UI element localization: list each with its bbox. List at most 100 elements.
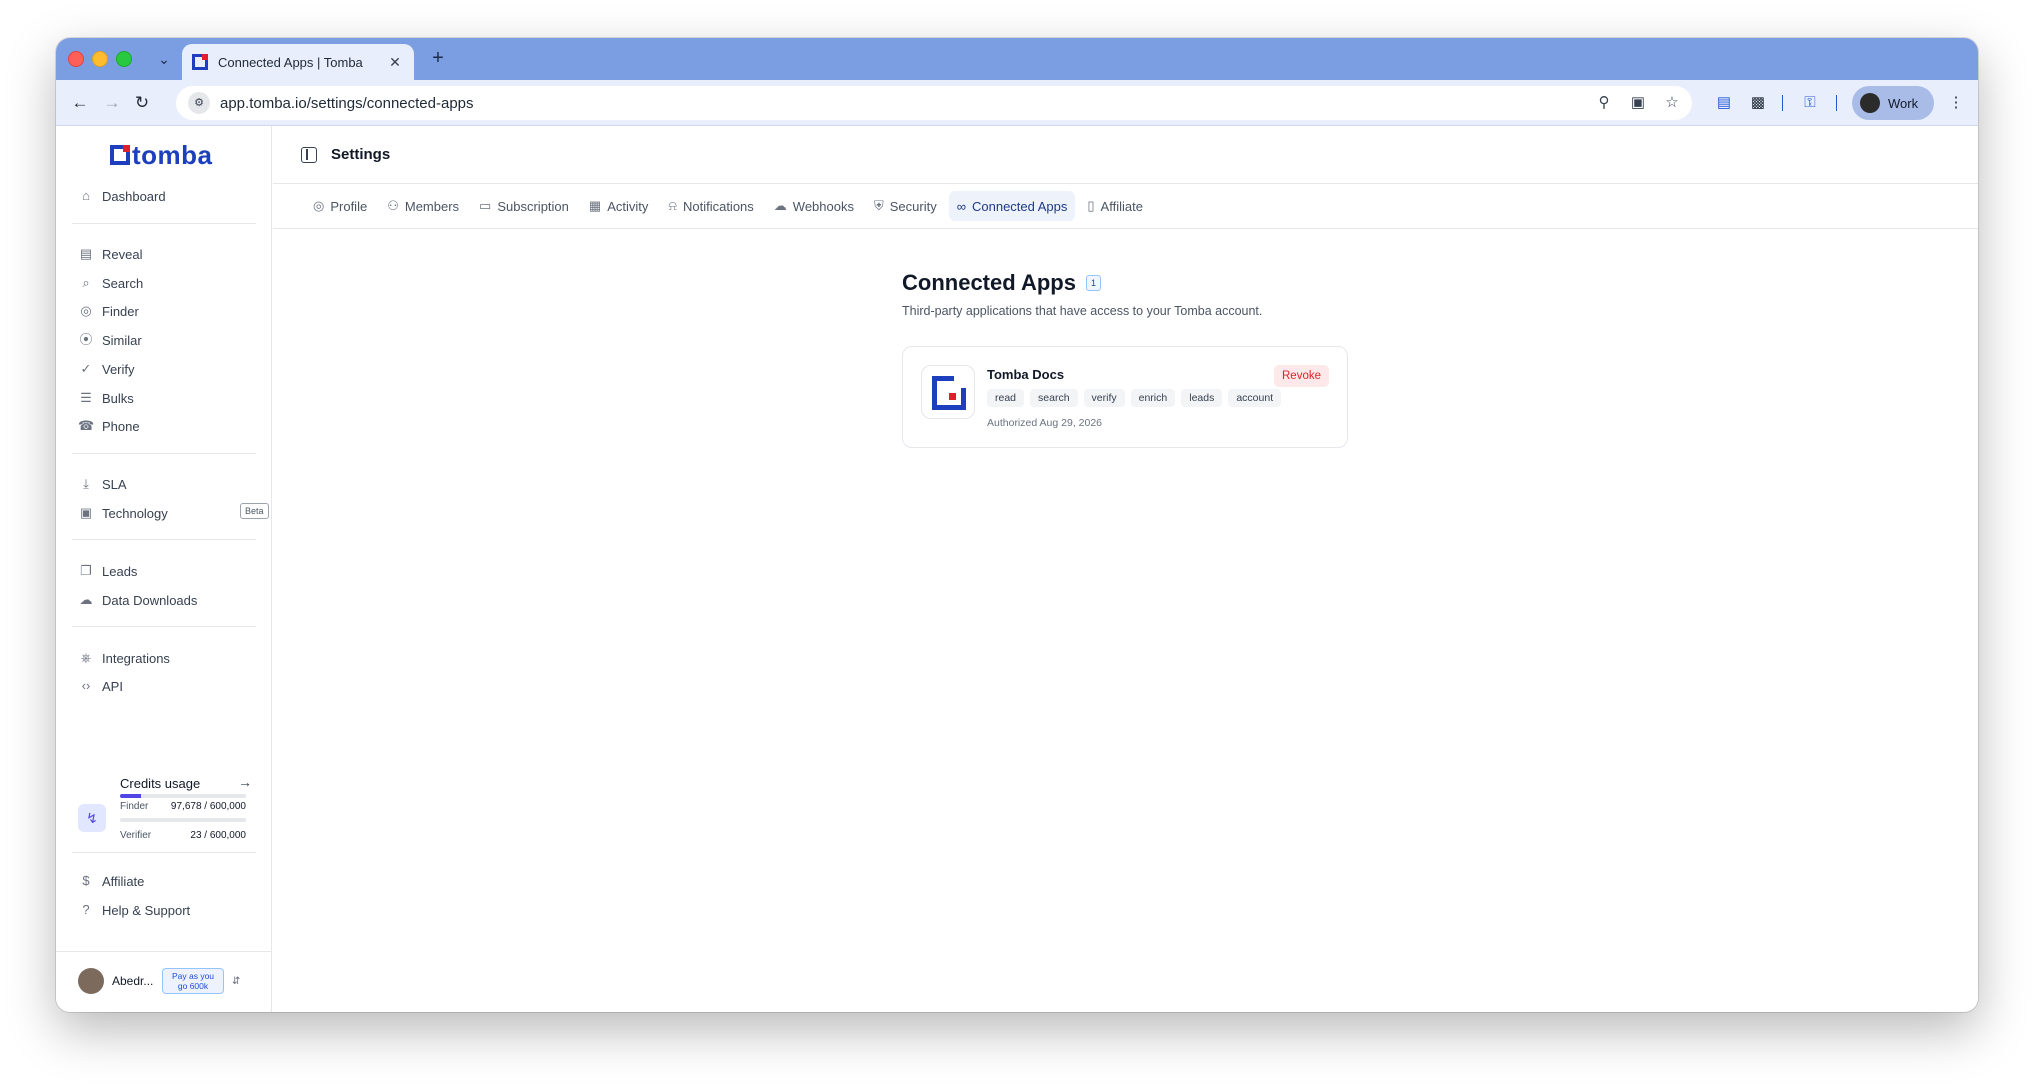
address-bar[interactable]: ⚙ app.tomba.io/settings/connected-apps ⚲… [176, 86, 1692, 120]
bookmark-star-icon[interactable]: ☆ [1658, 89, 1686, 117]
sidebar-item-label: Leads [102, 563, 138, 579]
scope-chip: read [987, 389, 1025, 407]
sidebar-item-affiliate[interactable]: $ Affiliate [78, 869, 258, 893]
tomba-favicon-icon [192, 54, 208, 70]
download-icon: ⤓ [83, 476, 89, 491]
install-app-icon[interactable]: ▣ [1624, 89, 1652, 117]
user-menu[interactable]: Abedr... Pay as you go 600k ⇵ [78, 966, 258, 996]
sidebar-item-bulks[interactable]: ☰ Bulks [78, 386, 258, 410]
card-icon: ▭ [479, 198, 492, 213]
sidebar-item-api[interactable]: ‹› API [78, 674, 258, 698]
credits-usage-card[interactable]: ↯ Credits usage → Finder 97,678 / 600,00… [78, 774, 258, 854]
logo-text: tomba [132, 139, 213, 170]
credits-title: Credits usage [120, 776, 201, 791]
help-circle-icon: ? [82, 902, 90, 917]
settings-tabs: ◎ Profile ⚇ Members ▭ Subscription ▦ Activity ⍾ N… [273, 184, 1978, 229]
tab-security[interactable]: ⛨ Security [866, 191, 945, 221]
file-plus-icon: ❐ [80, 563, 92, 578]
arrow-right-icon[interactable]: → [238, 774, 252, 790]
tab-members[interactable]: ⚇ Members [379, 191, 467, 221]
user-circle-icon: ◎ [313, 198, 325, 213]
toggle-sidebar-icon[interactable] [301, 146, 317, 163]
finder-credits-label: Finder [120, 801, 149, 812]
sidebar-item-help-support[interactable]: ? Help & Support [78, 898, 258, 922]
sidebar-item-data-downloads[interactable]: ☁ Data Downloads [78, 588, 258, 612]
sidebar-divider [72, 852, 256, 853]
browser-window: ⌄ Connected Apps | Tomba ✕ + ← → ↻ ⚙ app… [56, 38, 1978, 1012]
sidebar-item-similar[interactable]: ⦿ Similar [78, 328, 258, 352]
sidebar-item-search[interactable]: ⌕ Search [78, 271, 258, 295]
sidebar-item-integrations[interactable]: ⎈ Integrations [78, 646, 258, 670]
tab-search-icon[interactable]: ⌄ [152, 47, 176, 71]
tab-label: Notifications [682, 198, 754, 214]
sidebar-item-label: Dashboard [102, 188, 166, 204]
sidebar: tomba ↯ Credits usage → Finder 97,678 / … [56, 126, 272, 1012]
browser-menu-icon[interactable]: ⋮ [1944, 91, 1968, 115]
bell-icon: ⍾ [668, 198, 677, 213]
extensions-puzzle-icon[interactable]: ▩ [1746, 91, 1770, 115]
list-icon: ☰ [80, 390, 92, 405]
section-title: Connected Apps [902, 270, 1076, 295]
tab-webhooks[interactable]: ☁ Webhooks [766, 191, 862, 221]
sidebar-divider [72, 453, 256, 454]
minimize-window-button[interactable] [92, 51, 108, 67]
browser-tab[interactable]: Connected Apps | Tomba ✕ [182, 44, 414, 80]
tab-label: Connected Apps [971, 198, 1068, 214]
sidebar-item-label: Data Downloads [102, 592, 198, 608]
plan-badge-line2: go 600k [177, 981, 209, 991]
tab-connected-apps[interactable]: ∞ Connected Apps [948, 191, 1076, 221]
close-tab-icon[interactable]: ✕ [386, 54, 404, 71]
sidebar-item-technology[interactable]: ▣ Technology Beta [78, 501, 269, 525]
verifier-credits-label: Verifier [120, 830, 152, 841]
zoom-icon[interactable]: ⚲ [1590, 89, 1618, 117]
tab-profile[interactable]: ◎ Profile [305, 191, 375, 221]
page-title: Settings [331, 146, 391, 163]
sidebar-item-finder[interactable]: ◎ Finder [78, 299, 258, 323]
sidebar-item-reveal[interactable]: ▤ Reveal [78, 242, 258, 266]
maximize-window-button[interactable] [116, 51, 132, 67]
user-circle-icon: ◎ [80, 303, 92, 318]
finder-credits-bar [120, 794, 246, 798]
tab-subscription[interactable]: ▭ Subscription [471, 191, 577, 221]
site-info-icon[interactable]: ⚙ [188, 92, 210, 114]
sidebar-item-label: Phone [102, 418, 140, 434]
sidebar-item-label: Reveal [102, 246, 143, 262]
cloud-icon: ☁ [79, 592, 93, 607]
tab-affiliate[interactable]: ▯ Affiliate [1079, 191, 1151, 221]
tomba-logo[interactable]: tomba [110, 140, 213, 170]
password-key-icon[interactable]: ⚿ [1798, 91, 1822, 115]
phone-icon: ☎ [78, 418, 95, 433]
revoke-button[interactable]: Revoke [1274, 365, 1329, 387]
app-name: Tomba Docs [987, 367, 1065, 382]
forward-arrow-icon[interactable]: → [100, 91, 124, 115]
profile-avatar [1860, 93, 1880, 113]
browser-tab-bar: ⌄ Connected Apps | Tomba ✕ + [56, 38, 1978, 80]
user-avatar [78, 968, 104, 994]
sidebar-item-sla[interactable]: ⤓ SLA [78, 472, 258, 496]
url-text[interactable]: app.tomba.io/settings/connected-apps [220, 95, 1590, 112]
sidebar-item-phone[interactable]: ☎ Phone [78, 414, 258, 438]
sidebar-item-dashboard[interactable]: ⌂ Dashboard [78, 184, 258, 208]
apps-count-badge: 1 [1085, 275, 1101, 291]
extension-tomba-icon[interactable]: ▤ [1712, 91, 1736, 115]
sidebar-item-verify[interactable]: ✓ Verify [78, 357, 258, 381]
sidebar-divider [72, 223, 256, 224]
tab-notifications[interactable]: ⍾ Notifications [660, 191, 761, 221]
sidebar-item-label: Bulks [102, 390, 134, 406]
new-tab-button[interactable]: + [426, 47, 450, 71]
app-logo-icon [921, 365, 975, 419]
sidebar-item-label: Technology [102, 505, 168, 521]
table-icon: ▦ [588, 198, 602, 213]
close-window-button[interactable] [68, 51, 84, 67]
profile-button[interactable]: Work [1852, 86, 1934, 120]
fingerprint-icon: ⦿ [79, 332, 93, 347]
back-arrow-icon[interactable]: ← [68, 91, 92, 115]
tab-activity[interactable]: ▦ Activity [581, 191, 656, 221]
tab-label: Profile [330, 198, 368, 214]
finder-credits-fill [120, 794, 141, 798]
reload-icon[interactable]: ↻ [130, 91, 154, 115]
sidebar-item-label: Integrations [102, 650, 170, 666]
chevron-up-down-icon[interactable]: ⇵ [232, 976, 240, 987]
logo-red-dot [949, 393, 956, 400]
sidebar-item-leads[interactable]: ❐ Leads [78, 559, 258, 583]
